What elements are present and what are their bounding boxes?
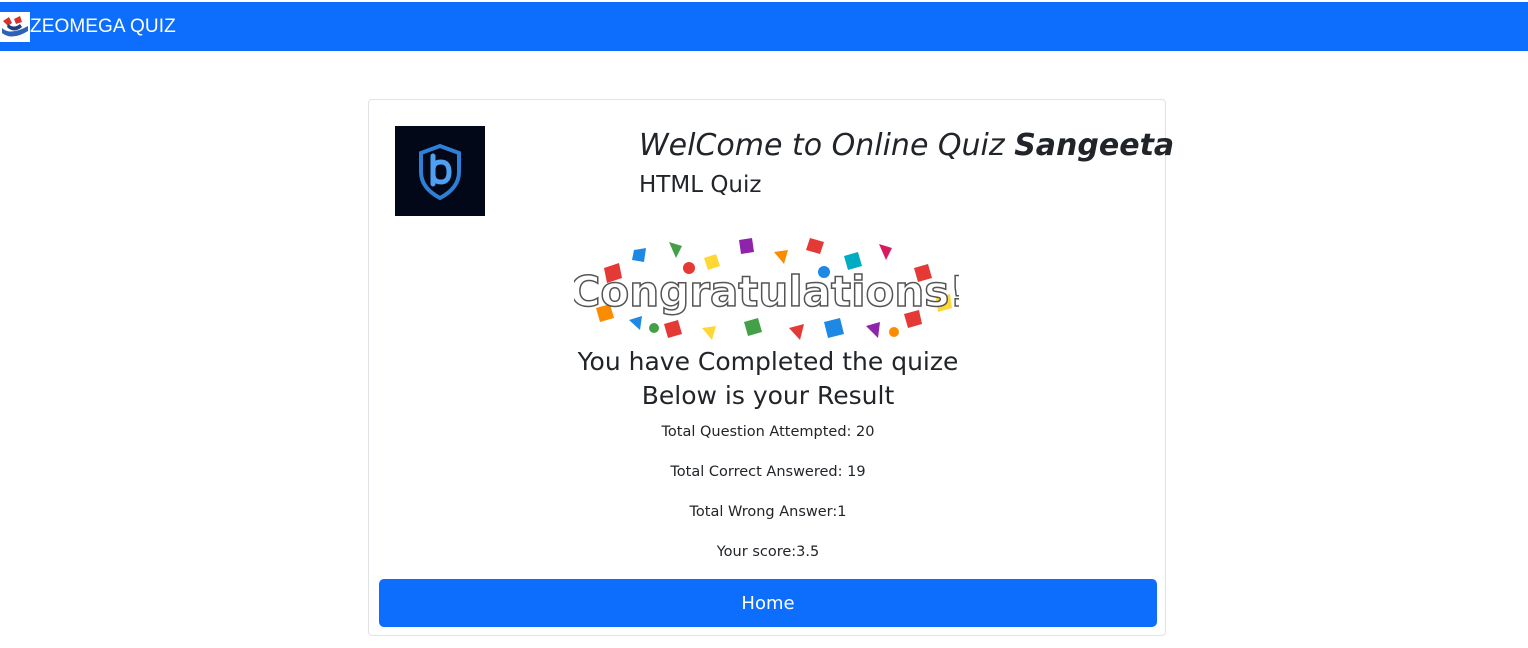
quiz-name: HTML Quiz xyxy=(639,172,762,198)
stat-attempted: Total Question Attempted: 20 xyxy=(661,424,875,440)
stat-correct: Total Correct Answered: 19 xyxy=(670,464,866,480)
congratulations-image: Congratulations! xyxy=(574,228,959,350)
completed-message: You have Completed the quize xyxy=(577,347,959,376)
result-heading: Below is your Result xyxy=(641,381,895,410)
shield-b-logo-icon xyxy=(395,126,485,216)
brand-name: ZEOMEGA QUIZ xyxy=(30,15,176,37)
user-name: Sangeeta xyxy=(1014,128,1175,163)
navbar: ZEOMEGA QUIZ xyxy=(0,2,1528,51)
welcome-text: WelCome to Online Quiz xyxy=(639,128,1005,163)
result-card: WelCome to Online Quiz Sangeeta HTML Qui… xyxy=(368,99,1174,636)
zeomega-logo-icon xyxy=(0,11,30,42)
congratulations-text: Congratulations! xyxy=(574,267,959,316)
stat-score: Your score:3.5 xyxy=(716,544,820,560)
stat-wrong: Total Wrong Answer:1 xyxy=(689,504,847,520)
navbar-brand[interactable]: ZEOMEGA QUIZ xyxy=(0,11,176,42)
welcome-heading: WelCome to Online Quiz Sangeeta xyxy=(639,128,1174,163)
home-button[interactable]: Home xyxy=(379,579,1157,627)
